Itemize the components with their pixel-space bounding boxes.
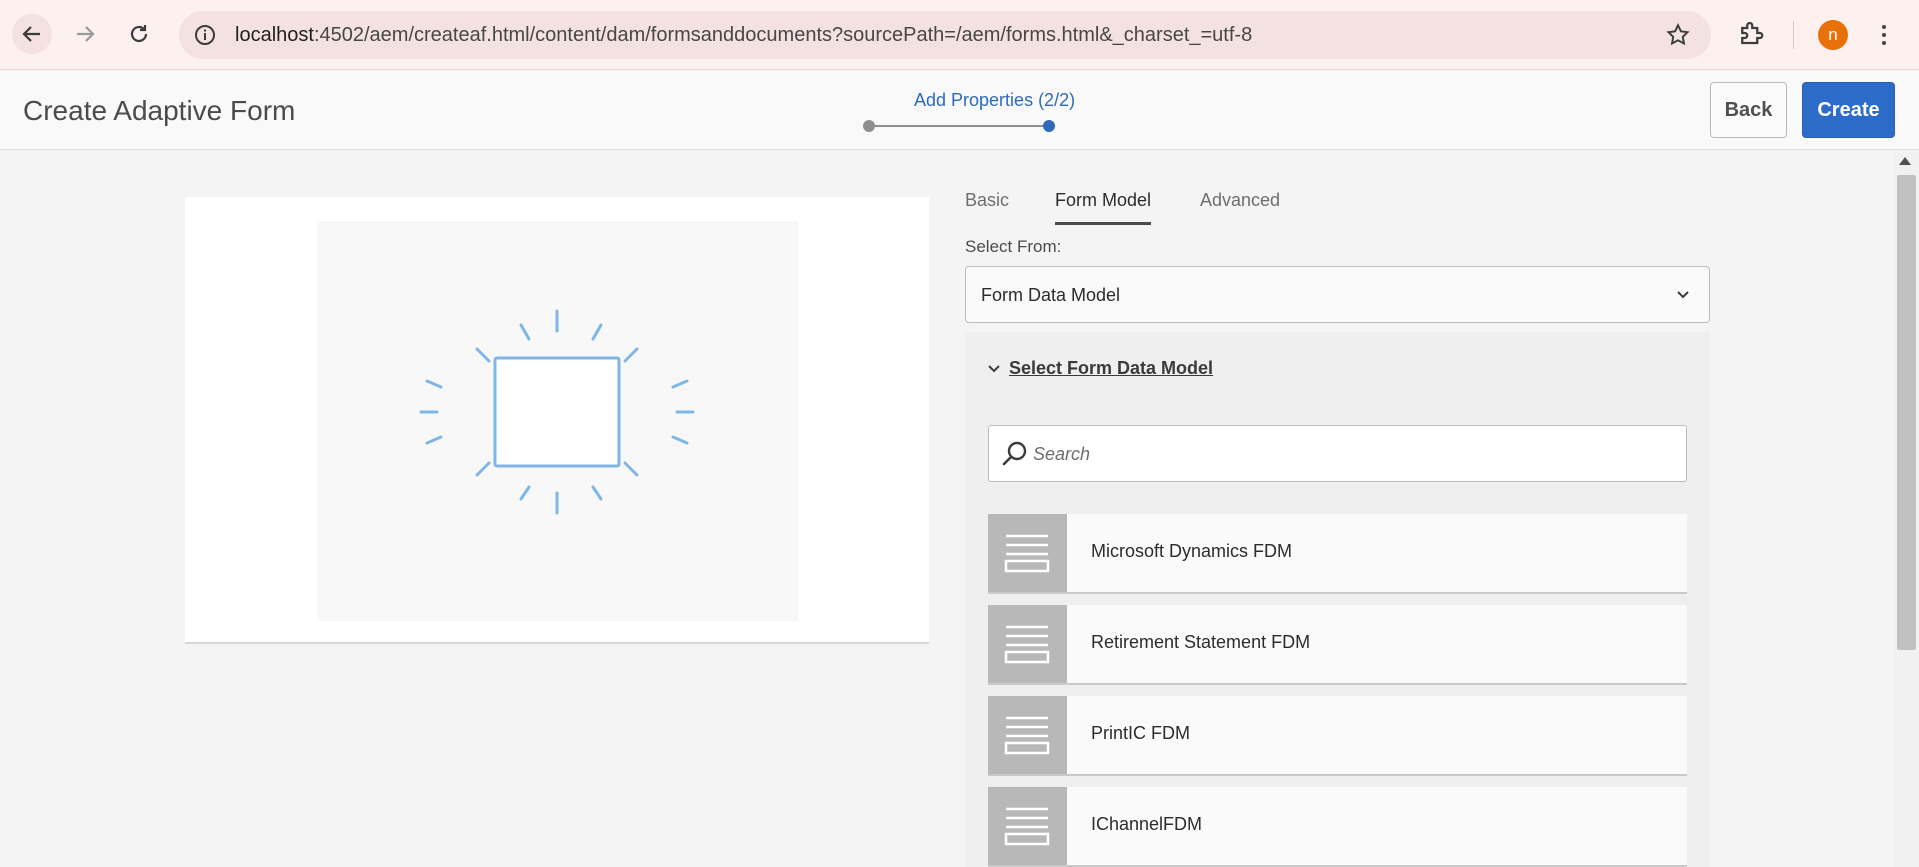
tab-basic[interactable]: Basic xyxy=(965,190,1009,211)
template-preview-area xyxy=(317,221,798,621)
form-data-model-icon xyxy=(1004,625,1050,664)
back-arrow-icon xyxy=(22,26,40,42)
form-data-model-panel: Select Form Data Model Microsoft Dynamic… xyxy=(965,332,1710,867)
page-title: Create Adaptive Form xyxy=(23,95,296,126)
browser-toolbar: localhost:4502/aem/createaf.html/content… xyxy=(0,0,1919,70)
search-icon xyxy=(1002,441,1027,466)
active-tab-indicator xyxy=(1055,222,1151,225)
wizard-step-1-dot[interactable] xyxy=(863,120,875,132)
fdm-search[interactable] xyxy=(988,425,1687,482)
profile-avatar[interactable]: n xyxy=(1818,20,1848,50)
tab-form-model[interactable]: Form Model xyxy=(1055,190,1151,211)
wizard-step-label: Add Properties (2/2) xyxy=(914,90,1076,110)
chevron-down-icon xyxy=(988,364,1000,372)
form-data-model-icon xyxy=(1004,807,1050,846)
fdm-name: PrintIC FDM xyxy=(1091,723,1190,743)
create-button[interactable]: Create xyxy=(1802,82,1895,138)
fdm-thumbnail xyxy=(988,605,1067,683)
forward-arrow-icon xyxy=(77,26,95,42)
fdm-name: Retirement Statement FDM xyxy=(1091,632,1311,652)
forward-button[interactable] xyxy=(65,14,105,54)
chevron-down-icon xyxy=(1677,291,1689,299)
blank-template-icon xyxy=(419,309,695,515)
fdm-list-item[interactable]: Retirement Statement FDM xyxy=(988,605,1687,685)
scrollbar-thumb[interactable] xyxy=(1897,175,1916,650)
back-button[interactable] xyxy=(12,14,52,54)
wizard-step-2-dot xyxy=(1043,120,1055,132)
extensions-icon[interactable] xyxy=(1736,18,1766,48)
back-wizard-button[interactable]: Back xyxy=(1710,82,1787,138)
bookmark-star-icon[interactable] xyxy=(1665,22,1691,48)
fdm-list-item[interactable]: Microsoft Dynamics FDM xyxy=(988,514,1687,594)
template-preview-card xyxy=(185,197,929,644)
url-text[interactable]: localhost:4502/aem/createaf.html/content… xyxy=(235,24,1252,47)
wizard-progress-track xyxy=(869,125,1049,127)
address-bar[interactable]: localhost:4502/aem/createaf.html/content… xyxy=(179,11,1711,59)
scroll-up-arrow[interactable] xyxy=(1899,157,1911,165)
reload-icon xyxy=(130,25,148,43)
reload-button[interactable] xyxy=(119,14,159,54)
kebab-menu-icon[interactable] xyxy=(1874,18,1894,52)
select-from-dropdown[interactable]: Form Data Model xyxy=(965,266,1710,323)
fdm-list-item[interactable]: PrintIC FDM xyxy=(988,696,1687,776)
select-from-value: Form Data Model xyxy=(981,285,1121,305)
select-fdm-title: Select Form Data Model xyxy=(1009,358,1214,378)
toolbar-divider xyxy=(1793,21,1794,49)
app-header: Create Adaptive Form Add Properties (2/2… xyxy=(0,71,1919,150)
fdm-thumbnail xyxy=(988,787,1067,865)
form-data-model-icon xyxy=(1004,716,1050,755)
fdm-thumbnail xyxy=(988,514,1067,592)
site-info-icon[interactable] xyxy=(193,23,217,47)
fdm-thumbnail xyxy=(988,696,1067,774)
select-fdm-toggle[interactable]: Select Form Data Model xyxy=(987,358,1213,379)
search-input[interactable] xyxy=(1033,434,1673,474)
fdm-name: Microsoft Dynamics FDM xyxy=(1091,541,1293,561)
fdm-list-item[interactable]: IChannelFDM xyxy=(988,787,1687,867)
select-from-label: Select From: xyxy=(965,237,1062,256)
form-data-model-icon xyxy=(1004,534,1050,573)
tab-advanced[interactable]: Advanced xyxy=(1200,190,1280,211)
fdm-name: IChannelFDM xyxy=(1091,814,1203,834)
